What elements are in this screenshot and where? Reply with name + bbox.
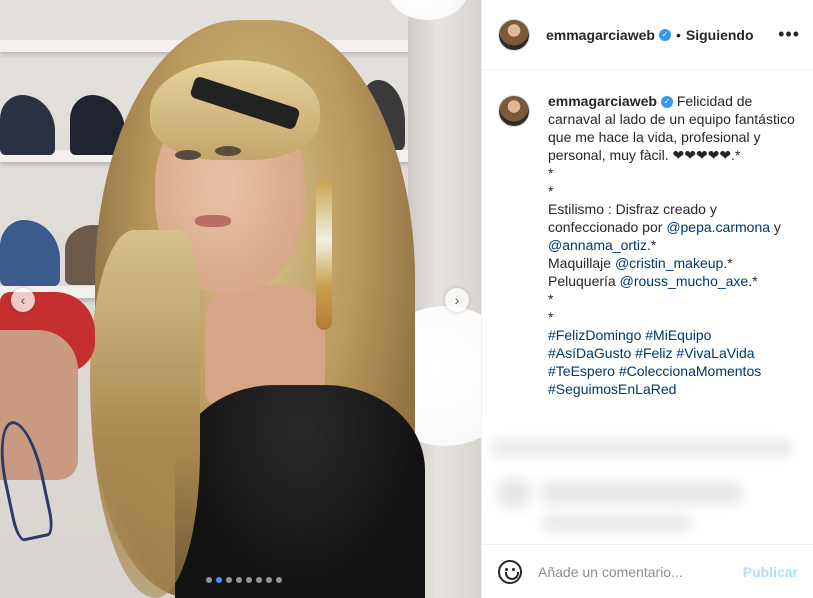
mention-link[interactable]: @annama_ortiz	[548, 237, 647, 253]
blurred-comments-area	[482, 430, 813, 545]
post-caption: emmagarciaweb ✓ Felicidad de carnaval al …	[498, 92, 806, 398]
caption-username[interactable]: emmagarciaweb	[548, 93, 657, 109]
hashtag-link[interactable]: #TeEspero	[548, 363, 615, 379]
carousel-dot	[236, 577, 242, 583]
carousel-dot	[226, 577, 232, 583]
hashtag-link[interactable]: #SeguimosEnLaRed	[548, 381, 676, 397]
post-side-panel: emmagarciaweb ✓ • Siguiendo ••• emmagarc…	[481, 0, 813, 598]
carousel-dot	[206, 577, 212, 583]
hashtag-link[interactable]: #VivaLaVida	[676, 345, 754, 361]
hashtag-link[interactable]: #MiEquipo	[645, 327, 711, 343]
caption-avatar[interactable]	[498, 95, 530, 127]
carousel-dot	[246, 577, 252, 583]
hashtag-link[interactable]: #AsíDaGusto	[548, 345, 631, 361]
carousel-dot	[276, 577, 282, 583]
verified-badge-icon: ✓	[658, 28, 671, 41]
mention-link[interactable]: @cristin_makeup	[615, 255, 723, 271]
blurred-placeholder	[542, 482, 742, 504]
post-header: emmagarciaweb ✓ • Siguiendo •••	[482, 0, 813, 70]
caption-text: emmagarciaweb ✓ Felicidad de carnaval al …	[548, 92, 804, 398]
carousel-indicator	[206, 577, 282, 583]
following-button[interactable]: Siguiendo	[686, 27, 754, 43]
caption-body: Felicidad de carnaval al lado de un equi…	[548, 93, 795, 235]
hashtag-link[interactable]: #ColeccionaMomentos	[619, 363, 761, 379]
carousel-next-button[interactable]: ›	[445, 288, 469, 312]
comment-input[interactable]	[538, 563, 743, 580]
lips	[195, 215, 231, 227]
carousel-dot	[266, 577, 272, 583]
eye	[175, 150, 201, 160]
caption-body: y	[770, 219, 785, 235]
hashtag-link[interactable]: #FelizDomingo	[548, 327, 641, 343]
earring	[316, 180, 332, 330]
blurred-placeholder	[492, 440, 792, 456]
publish-button[interactable]: Publicar	[743, 564, 798, 580]
carousel-dot	[216, 577, 222, 583]
carousel-prev-button[interactable]: ‹	[11, 288, 35, 312]
blurred-placeholder	[496, 478, 532, 508]
mention-link[interactable]: @rouss_mucho_axe	[620, 273, 749, 289]
separator-dot: •	[675, 26, 681, 43]
carousel-dot	[256, 577, 262, 583]
black-corset	[175, 385, 425, 598]
eye	[215, 146, 241, 156]
chevron-right-icon: ›	[454, 292, 460, 308]
header-username[interactable]: emmagarciaweb	[546, 27, 655, 43]
comment-bar: Publicar	[482, 544, 813, 598]
avatar[interactable]	[498, 18, 530, 51]
blurred-placeholder	[542, 516, 692, 530]
more-options-icon[interactable]: •••	[778, 24, 800, 45]
verified-badge-icon: ✓	[660, 96, 673, 109]
mention-link[interactable]: @pepa.carmona	[666, 219, 770, 235]
chevron-left-icon: ‹	[20, 292, 26, 308]
post-image[interactable]: ‹ ›	[0, 0, 481, 598]
smiley-icon[interactable]	[498, 559, 522, 584]
hashtag-link[interactable]: #Feliz	[635, 345, 672, 361]
